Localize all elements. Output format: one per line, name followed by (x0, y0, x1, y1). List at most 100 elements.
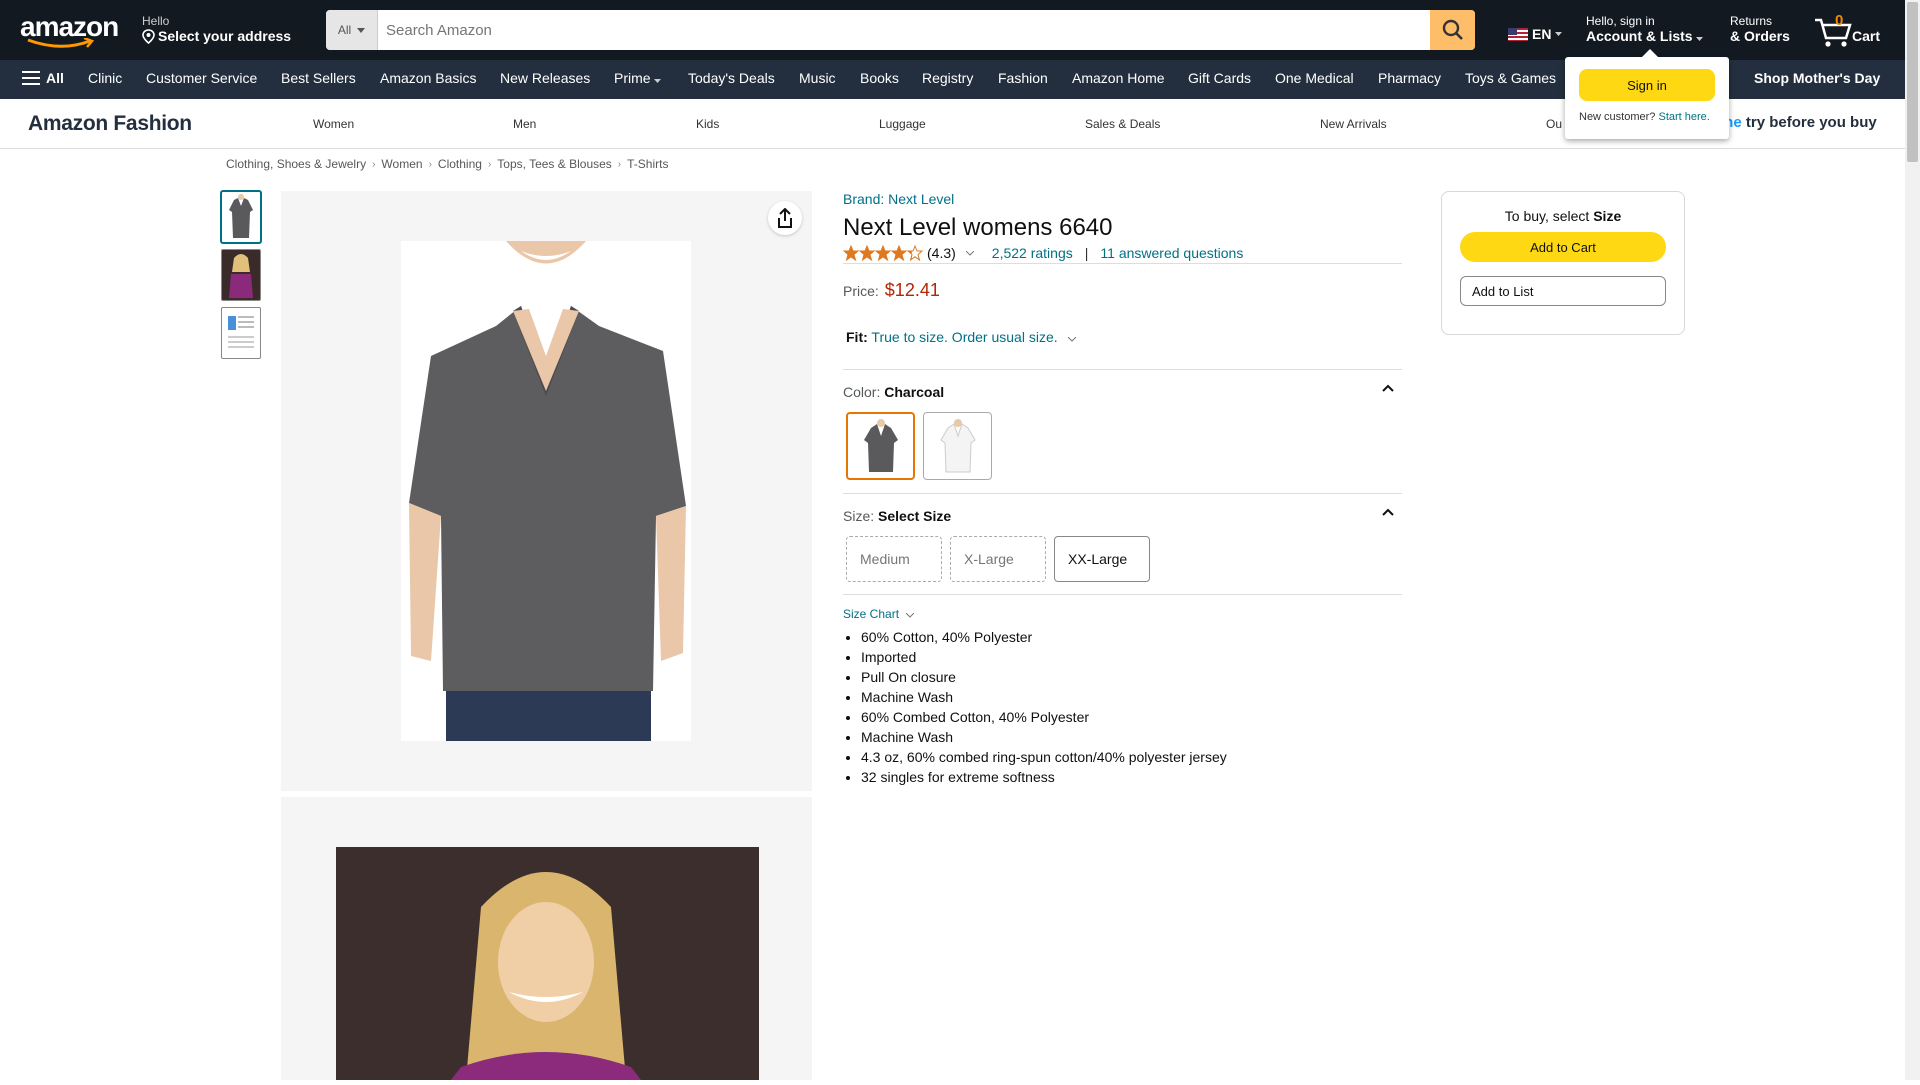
star-icon (858, 245, 876, 261)
caret-down-icon (357, 27, 366, 33)
search-input[interactable] (378, 10, 1430, 50)
scrollbar-thumb[interactable] (1907, 2, 1918, 162)
amazon-fashion-logo[interactable]: Amazon Fashion (28, 112, 192, 136)
thumbnail-charcoal[interactable] (221, 191, 261, 243)
nav-item-amazon-basics[interactable]: Amazon Basics (380, 70, 476, 86)
nav-item-pharmacy[interactable]: Pharmacy (1378, 70, 1441, 86)
size-option-medium[interactable]: Medium (846, 536, 942, 582)
size-value: Select Size (878, 508, 952, 524)
amazon-logo[interactable]: amazon (20, 12, 122, 48)
price-label: Price: (843, 283, 879, 299)
breadcrumb-item[interactable]: T-Shirts (627, 157, 668, 171)
breadcrumb-item[interactable]: Women (381, 157, 422, 171)
nav-item-books[interactable]: Books (860, 70, 899, 86)
size-option-xx-large[interactable]: XX-Large (1054, 536, 1150, 582)
breadcrumb-item[interactable]: Clothing (438, 157, 482, 171)
chevron-down-icon[interactable] (965, 250, 974, 256)
chevron-down-icon (906, 612, 915, 618)
feature-bullet: 60% Cotton, 40% Polyester (861, 627, 1402, 647)
new-customer-text: New customer? Start here. (1579, 111, 1715, 123)
add-to-cart-button[interactable]: Add to Cart (1460, 232, 1666, 262)
nav-item-prime[interactable]: Prime (614, 70, 662, 86)
fit-label: Fit: (846, 329, 868, 345)
main-product-image[interactable] (281, 191, 812, 791)
breadcrumb-item[interactable]: Tops, Tees & Blouses (497, 157, 612, 171)
buy-prompt-text: To buy, select (1504, 208, 1590, 224)
add-to-list-button[interactable]: Add to List (1460, 276, 1666, 306)
cart-icon (1815, 18, 1852, 47)
nav-item-todays-deals[interactable]: Today's Deals (688, 70, 775, 86)
fashion-nav-men[interactable]: Men (513, 117, 536, 131)
delivery-address[interactable]: Hello Select your address (142, 14, 291, 44)
star-rating-icon[interactable] (843, 245, 923, 261)
try-before-you-buy-banner[interactable]: me try before you buy (1720, 114, 1877, 131)
brand-link[interactable]: Brand: Next Level (843, 191, 1402, 207)
fashion-nav-women[interactable]: Women (313, 117, 354, 131)
fashion-nav-luggage[interactable]: Luggage (879, 117, 926, 131)
returns-orders[interactable]: Returns & Orders (1730, 14, 1790, 44)
answered-questions-link[interactable]: 11 answered questions (1100, 245, 1243, 261)
chevron-up-icon[interactable] (1382, 508, 1394, 516)
chevron-right-icon: › (617, 158, 622, 170)
chevron-right-icon: › (487, 158, 492, 170)
star-icon (906, 245, 923, 261)
secondary-product-image[interactable] (281, 797, 812, 1080)
breadcrumb-item[interactable]: Clothing, Shoes & Jewelry (226, 157, 366, 171)
page-scrollbar[interactable] (1905, 0, 1920, 1080)
nav-item-toys-games[interactable]: Toys & Games (1465, 70, 1556, 86)
new-customer-label: New customer? (1579, 111, 1656, 123)
fashion-nav-sales-deals[interactable]: Sales & Deals (1085, 117, 1160, 131)
cart-count: 0 (1835, 12, 1844, 29)
color-swatch-charcoal[interactable] (846, 412, 915, 480)
chevron-up-icon[interactable] (1382, 384, 1394, 392)
rating-value: (4.3) (927, 245, 956, 261)
price-row: Price: $12.41 (843, 280, 1402, 301)
nav-item-one-medical[interactable]: One Medical (1275, 70, 1354, 86)
start-here-link[interactable]: Start here. (1658, 111, 1709, 123)
color-label: Color: (843, 384, 881, 400)
nav-item-gift-cards[interactable]: Gift Cards (1188, 70, 1251, 86)
nav-item-best-sellers[interactable]: Best Sellers (281, 70, 356, 86)
thumbnail-purple[interactable] (221, 249, 261, 301)
address-greeting: Hello (142, 14, 170, 28)
price-value: $12.41 (884, 280, 940, 300)
feature-bullet: 60% Combed Cotton, 40% Polyester (861, 707, 1402, 727)
star-icon (874, 245, 892, 261)
thumbnail-size-chart[interactable] (221, 307, 261, 359)
fit-row[interactable]: Fit: True to size. Order usual size. (843, 329, 1402, 345)
fashion-nav-our-brands[interactable]: Ou (1546, 117, 1562, 131)
nav-item-music[interactable]: Music (799, 70, 836, 86)
search-department-select[interactable]: All (326, 10, 378, 50)
nav-item-new-releases[interactable]: New Releases (500, 70, 590, 86)
rating-separator: | (1084, 245, 1089, 261)
chevron-right-icon: › (428, 158, 432, 170)
nav-item-clinic[interactable]: Clinic (88, 70, 122, 86)
language-label: EN (1532, 26, 1552, 42)
address-label: Select your address (158, 28, 292, 44)
account-lists[interactable]: Hello, sign in Account & Lists (1586, 14, 1704, 44)
size-chart-link[interactable]: Size Chart (843, 607, 1402, 621)
all-menu-button[interactable]: All (22, 70, 64, 86)
breadcrumb: Clothing, Shoes & Jewelry › Women › Clothi… (226, 157, 668, 171)
product-photo-purple (336, 847, 759, 1080)
fashion-nav-kids[interactable]: Kids (696, 117, 719, 131)
feature-bullet: 32 singles for extreme softness (861, 767, 1402, 787)
color-swatch-white[interactable] (923, 412, 992, 480)
mothers-day-promo[interactable]: Shop Mother's Day (1754, 70, 1880, 86)
ratings-count-link[interactable]: 2,522 ratings (992, 245, 1073, 261)
cart-button[interactable]: 0 Cart (1814, 12, 1884, 48)
nav-item-amazon-home[interactable]: Amazon Home (1072, 70, 1165, 86)
cart-label: Cart (1852, 28, 1881, 44)
image-thumbnails (221, 191, 261, 365)
search-bar: All (326, 10, 1475, 50)
fit-value: True to size. Order usual size. (871, 329, 1058, 345)
nav-item-fashion[interactable]: Fashion (998, 70, 1048, 86)
fashion-nav-new-arrivals[interactable]: New Arrivals (1320, 117, 1387, 131)
nav-item-registry[interactable]: Registry (922, 70, 973, 86)
nav-item-customer-service[interactable]: Customer Service (146, 70, 257, 86)
signin-button[interactable]: Sign in (1579, 69, 1715, 101)
language-selector[interactable]: EN (1508, 26, 1563, 42)
search-button[interactable] (1430, 10, 1475, 50)
share-button[interactable] (768, 201, 802, 235)
size-option-x-large[interactable]: X-Large (950, 536, 1046, 582)
